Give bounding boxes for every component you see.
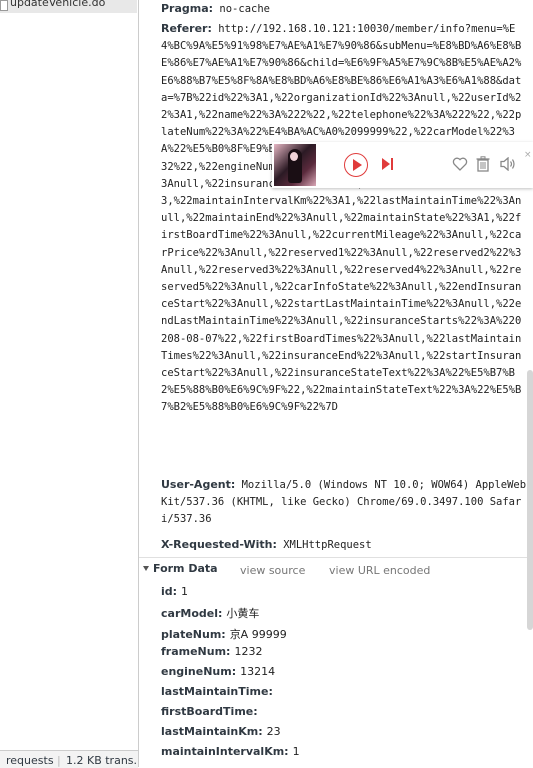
- form-key: maintainIntervalKm:: [161, 745, 289, 758]
- form-key: carModel:: [161, 607, 223, 620]
- header-key: X-Requested-With:: [161, 538, 277, 551]
- music-player-overlay: ×: [272, 142, 533, 188]
- request-item-name: updateVehicle.do: [10, 0, 106, 9]
- header-x-requested-with: X-Requested-With: XMLHttpRequest: [161, 536, 527, 554]
- view-source-link[interactable]: view source: [240, 564, 305, 577]
- form-value: 1232: [234, 645, 263, 658]
- form-row: lastMaintainKm: 23: [161, 725, 281, 743]
- next-icon-bar: [391, 158, 393, 170]
- form-data-toggle[interactable]: Form Data: [143, 562, 218, 580]
- scrollbar-thumb[interactable]: [527, 370, 533, 630]
- volume-icon[interactable]: [500, 157, 516, 171]
- section-divider: [139, 557, 533, 558]
- header-pragma: Pragma: no-cache: [161, 0, 527, 18]
- form-row: frameNum: 1232: [161, 645, 262, 663]
- form-row: firstBoardTime:: [161, 705, 262, 723]
- form-value: 京A 99999: [229, 628, 287, 641]
- header-value: http://192.168.10.121:10030/member/info?…: [161, 23, 522, 414]
- trash-icon[interactable]: [476, 156, 490, 172]
- heart-icon[interactable]: [452, 156, 468, 172]
- form-key: lastMaintainTime:: [161, 685, 273, 698]
- album-cover: [274, 144, 316, 186]
- form-row: carModel: 小黄车: [161, 605, 259, 623]
- triangle-down-icon: [143, 566, 149, 571]
- play-icon: [353, 159, 362, 171]
- form-key: lastMaintainKm:: [161, 725, 263, 738]
- form-key: engineNum:: [161, 665, 237, 678]
- view-url-encoded-link[interactable]: view URL encoded: [329, 564, 430, 577]
- header-value: no-cache: [219, 3, 270, 15]
- header-user-agent: User-Agent: Mozilla/5.0 (Windows NT 10.0…: [161, 476, 527, 529]
- play-button[interactable]: [344, 153, 368, 177]
- form-row: maintainIntervalKm: 1: [161, 745, 300, 763]
- form-row: plateNum: 京A 99999: [161, 626, 287, 644]
- close-icon[interactable]: ×: [524, 150, 532, 160]
- form-data-title: Form Data: [153, 562, 218, 575]
- requests-count-label: requests: [6, 754, 54, 767]
- status-bar: requests | 1.2 KB trans...: [0, 750, 138, 768]
- status-divider: |: [57, 754, 61, 767]
- form-key: frameNum:: [161, 645, 231, 658]
- header-value: XMLHttpRequest: [283, 539, 372, 551]
- form-row: lastMaintainTime:: [161, 685, 277, 703]
- header-referer: Referer: http://192.168.10.121:10030/mem…: [161, 20, 527, 417]
- form-key: firstBoardTime:: [161, 705, 258, 718]
- headers-pane: Pragma: no-cache Referer: http://192.168…: [139, 0, 533, 767]
- header-key: User-Agent:: [161, 478, 236, 491]
- cover-face: [290, 152, 298, 161]
- document-icon: [0, 0, 8, 11]
- form-value: 1: [181, 585, 189, 598]
- form-value: 小黄车: [226, 607, 260, 620]
- form-value: 13214: [240, 665, 276, 678]
- form-key: plateNum:: [161, 628, 226, 641]
- form-key: id:: [161, 585, 178, 598]
- form-row: engineNum: 13214: [161, 665, 275, 683]
- request-item[interactable]: updateVehicle.do: [0, 0, 137, 13]
- form-value: 1: [292, 745, 300, 758]
- next-track-button[interactable]: [382, 158, 396, 170]
- request-list-pane: updateVehicle.do requests | 1.2 KB trans…: [0, 0, 139, 768]
- transferred-label: 1.2 KB trans...: [66, 754, 138, 767]
- next-icon: [382, 158, 390, 170]
- form-row: id: 1: [161, 585, 188, 603]
- header-key: Referer:: [161, 22, 212, 35]
- header-key: Pragma:: [161, 2, 214, 15]
- form-value: 23: [266, 725, 281, 738]
